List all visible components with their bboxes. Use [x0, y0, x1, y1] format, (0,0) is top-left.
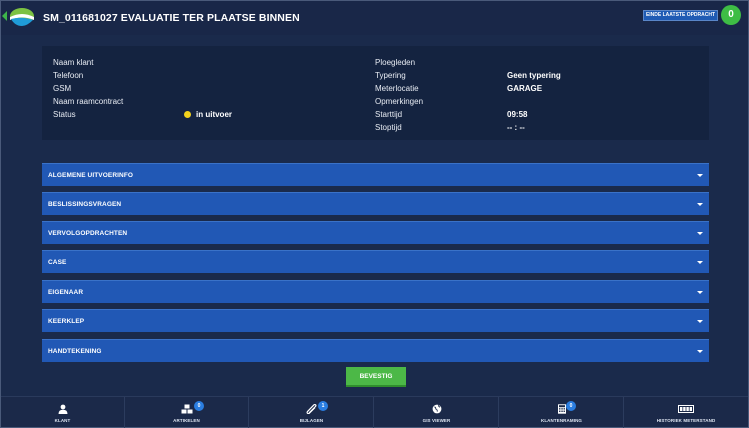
meter-location-label: Meterlocatie — [375, 84, 419, 93]
meter-icon — [678, 405, 694, 413]
nav-item-articles[interactable]: 0 ARTIKELEN — [125, 397, 249, 428]
nav-label: BIJLAGEN — [299, 418, 324, 423]
back-arrow-icon[interactable] — [2, 11, 7, 21]
section-label: HANDTEKENING — [48, 348, 102, 355]
chevron-down-icon — [697, 350, 703, 353]
chevron-down-icon — [697, 232, 703, 235]
bottom-nav: KLANT 0 ARTIKELEN 1 BIJLAGEN GIS VIEWER — [1, 396, 748, 428]
remarks-label: Opmerkingen — [375, 97, 424, 106]
customer-name-label: Naam klant — [53, 58, 94, 67]
section-label: KEERKLEP — [48, 318, 85, 325]
nav-item-customer[interactable]: KLANT — [1, 397, 125, 428]
articles-badge: 0 — [194, 401, 204, 411]
end-last-order-button[interactable]: EINDE LAATSTE OPDRACHT — [643, 10, 718, 21]
section-signature[interactable]: HANDTEKENING — [42, 339, 709, 362]
nav-label: ARTIKELEN — [173, 418, 200, 423]
chevron-down-icon — [697, 174, 703, 177]
status-dot-icon — [184, 111, 191, 118]
attachments-badge: 1 — [318, 401, 328, 411]
section-check-valve[interactable]: KEERKLEP — [42, 309, 709, 332]
chevron-down-icon — [697, 203, 703, 206]
estimate-badge: 0 — [566, 401, 576, 411]
boxes-icon — [181, 404, 192, 414]
phone-label: Telefoon — [53, 71, 84, 80]
gsm-label: GSM — [53, 84, 72, 93]
confirm-button[interactable]: BEVESTIG — [346, 367, 406, 387]
start-time-label: Starttijd — [375, 110, 403, 119]
app-header: SM_011681027 EVALUATIE TER PLAATSE BINNE… — [1, 1, 748, 35]
nav-item-attachments[interactable]: 1 BIJLAGEN — [250, 397, 374, 428]
typing-value: Geen typering — [507, 71, 561, 80]
page-title: SM_011681027 EVALUATIE TER PLAATSE BINNE… — [43, 12, 300, 24]
nav-item-gis-viewer[interactable]: GIS VIEWER — [375, 397, 499, 428]
paperclip-icon — [306, 404, 317, 414]
section-label: EIGENAAR — [48, 289, 84, 296]
section-case[interactable]: CASE — [42, 250, 709, 273]
stop-time-value: -- : -- — [507, 123, 525, 132]
meter-location-value: GARAGE — [507, 84, 543, 93]
section-decision-questions[interactable]: BESLISSINGSVRAGEN — [42, 192, 709, 215]
section-general-execution-info[interactable]: ALGEMENE UITVOERINFO — [42, 163, 709, 186]
chevron-down-icon — [697, 261, 703, 264]
chevron-down-icon — [697, 291, 703, 294]
nav-label: KLANTENRAMING — [540, 418, 583, 423]
section-owner[interactable]: EIGENAAR — [42, 280, 709, 303]
person-icon — [58, 404, 67, 414]
section-follow-up-orders[interactable]: VERVOLGOPDRACHTEN — [42, 221, 709, 244]
nav-label: GIS VIEWER — [422, 418, 451, 423]
order-counter-badge[interactable]: 0 — [721, 5, 741, 25]
status-label: Status — [53, 110, 76, 119]
section-label: CASE — [48, 259, 67, 266]
section-label: VERVOLGOPDRACHTEN — [48, 230, 128, 237]
nav-label: KLANT — [54, 418, 71, 423]
crew-members-label: Ploegleden — [375, 58, 416, 67]
company-logo-icon — [10, 8, 34, 26]
stop-time-label: Stoptijd — [375, 123, 402, 132]
start-time-value: 09:58 — [507, 110, 528, 119]
section-label: BESLISSINGSVRAGEN — [48, 201, 122, 208]
nav-item-customer-estimate[interactable]: 0 KLANTENRAMING — [500, 397, 624, 428]
globe-icon — [432, 404, 441, 414]
framework-contract-label: Naam raamcontract — [53, 97, 124, 106]
nav-item-meter-history[interactable]: HISTORIEK METERSTAND — [624, 397, 748, 428]
nav-label: HISTORIEK METERSTAND — [656, 418, 716, 423]
status-value: in uitvoer — [196, 110, 233, 119]
chevron-down-icon — [697, 320, 703, 323]
typing-label: Typering — [375, 71, 406, 80]
section-label: ALGEMENE UITVOERINFO — [48, 172, 134, 179]
